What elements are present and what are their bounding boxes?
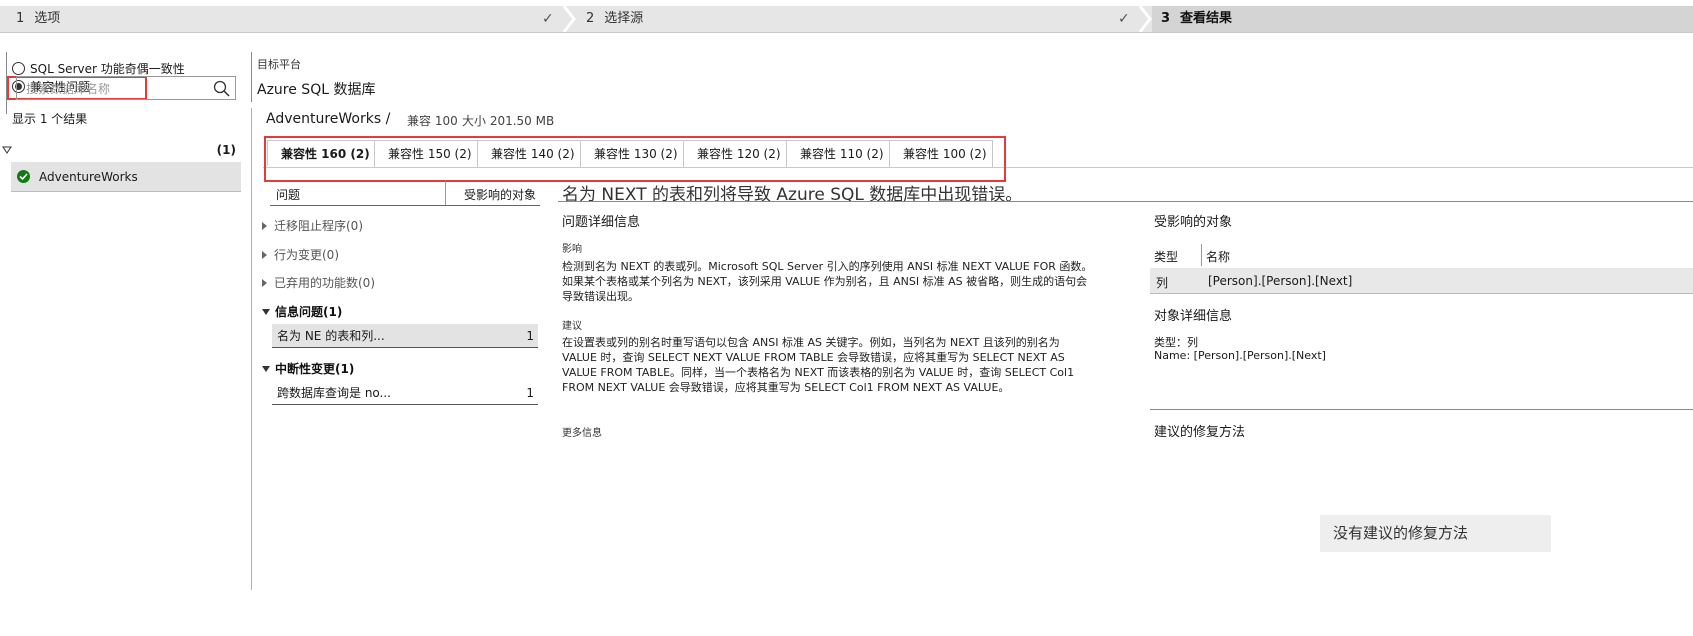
- category-label: 已弃用的功能数(0): [274, 276, 375, 290]
- collapse-triangle-icon: [262, 308, 270, 315]
- db-compat-level: 兼容 100: [407, 114, 458, 128]
- object-type: 列: [1156, 276, 1169, 290]
- category-label: 信息问题(1): [275, 305, 343, 319]
- target-platform-label: 目标平台: [257, 58, 301, 71]
- step-number: 3: [1161, 11, 1171, 26]
- group-count: (1): [216, 143, 236, 157]
- category-information-issues[interactable]: 信息问题(1): [262, 303, 342, 320]
- issue-count: 1: [526, 329, 534, 343]
- expand-triangle-icon: [262, 221, 267, 230]
- object-detail-type: 类型：列: [1154, 336, 1198, 349]
- collapse-triangle-icon: [262, 365, 270, 372]
- search-box[interactable]: [16, 76, 236, 100]
- issue-list-item-selected[interactable]: 名为 NE 的表和列... 1: [272, 324, 538, 348]
- affected-objects-table-header: 类型 名称: [1150, 244, 1693, 266]
- more-info-link[interactable]: 更多信息: [562, 424, 602, 439]
- affected-objects-heading: 受影响的对象: [1154, 215, 1233, 230]
- wizard-step-options[interactable]: 1 选项: [0, 6, 560, 32]
- step-label: 选择源: [604, 11, 644, 26]
- step-done-check-icon: ✓: [1118, 11, 1130, 27]
- wizard-step-select-source[interactable]: 2 选择源: [576, 6, 1116, 32]
- wizard-step-view-results[interactable]: 3 查看结果: [1152, 6, 1693, 32]
- category-deprecated-features[interactable]: 已弃用的功能数(0): [262, 274, 375, 291]
- check-circle-icon: [17, 170, 30, 183]
- impact-label: 影响: [562, 244, 582, 255]
- object-detail-name: Name: [Person].[Person].[Next]: [1154, 349, 1326, 362]
- radio-feature-parity[interactable]: SQL Server 功能奇偶一致性: [12, 59, 185, 77]
- search-input[interactable]: [24, 78, 213, 100]
- object-name: [Person].[Person].[Next]: [1208, 274, 1353, 288]
- affected-object-row[interactable]: 列 [Person].[Person].[Next]: [1150, 268, 1693, 294]
- target-accent-line: [251, 52, 252, 102]
- column-header-issue[interactable]: 问题: [276, 186, 300, 203]
- radio-label: SQL Server 功能奇偶一致性: [30, 61, 185, 76]
- step-separator-chevron-icon: [562, 6, 576, 32]
- pane-divider: [251, 108, 252, 590]
- target-platform-value: Azure SQL 数据库: [257, 82, 376, 98]
- issue-details-heading: 问题详细信息: [562, 215, 641, 230]
- recommendation-text: 在设置表或列的别名时重写语句以包含 ANSI 标准 AS 关键字。例如，当列名为…: [562, 336, 1075, 394]
- recommendation-label: 建议: [562, 321, 582, 332]
- no-suggested-fix-box: 没有建议的修复方法: [1320, 515, 1551, 552]
- detail-title-underline: [558, 201, 1693, 202]
- object-details-heading: 对象详细信息: [1154, 309, 1233, 324]
- search-icon[interactable]: [213, 80, 230, 97]
- category-migration-blockers[interactable]: 迁移阻止程序(0): [262, 217, 363, 234]
- step-done-check-icon: ✓: [542, 11, 554, 27]
- suggested-fix-heading: 建议的修复方法: [1154, 425, 1246, 440]
- column-header-type[interactable]: 类型: [1154, 248, 1178, 265]
- step-label: 查看结果: [1180, 11, 1233, 26]
- step-number: 2: [586, 11, 595, 26]
- issue-title: 跨数据库查询是 no...: [277, 386, 391, 400]
- wizard-steps-bar: 1 选项 ✓ 2 选择源 ✓ 3 查看结果: [0, 6, 1693, 33]
- impact-text: 检测到名为 NEXT 的表或列。Microsoft SQL Server 引入的…: [562, 260, 1093, 303]
- step-label: 选项: [34, 11, 61, 26]
- collapse-triangle-icon[interactable]: [2, 146, 12, 154]
- category-label: 中断性变更(1): [275, 362, 355, 376]
- annotation-highlight-box: [264, 136, 1006, 182]
- category-breaking-changes[interactable]: 中断性变更(1): [262, 360, 354, 377]
- column-header-name[interactable]: 名称: [1206, 248, 1230, 265]
- db-size: 大小 201.50 MB: [462, 114, 555, 128]
- expand-triangle-icon: [262, 250, 267, 259]
- section-divider: [1150, 409, 1693, 410]
- category-label: 迁移阻止程序(0): [274, 219, 363, 233]
- result-count-text: 显示 1 个结果: [12, 112, 88, 126]
- step-separator-chevron-icon: [1138, 6, 1152, 32]
- results-group-header[interactable]: (1): [0, 142, 240, 160]
- step-number: 1: [16, 11, 25, 26]
- no-fix-text: 没有建议的修复方法: [1333, 524, 1469, 542]
- issue-count: 1: [526, 386, 534, 400]
- database-list-item[interactable]: AdventureWorks: [11, 162, 241, 192]
- expand-triangle-icon: [262, 278, 267, 287]
- category-behavior-changes[interactable]: 行为变更(0): [262, 246, 339, 263]
- radio-button[interactable]: [12, 61, 25, 75]
- database-name: AdventureWorks: [39, 169, 138, 184]
- issue-list-item[interactable]: 跨数据库查询是 no... 1: [272, 381, 538, 405]
- issues-table-header: 问题 受影响的对象: [270, 181, 540, 206]
- db-breadcrumb: AdventureWorks /: [266, 111, 391, 127]
- column-header-affected[interactable]: 受影响的对象: [464, 186, 536, 203]
- category-label: 行为变更(0): [274, 248, 339, 262]
- issue-title: 名为 NE 的表和列...: [277, 329, 385, 343]
